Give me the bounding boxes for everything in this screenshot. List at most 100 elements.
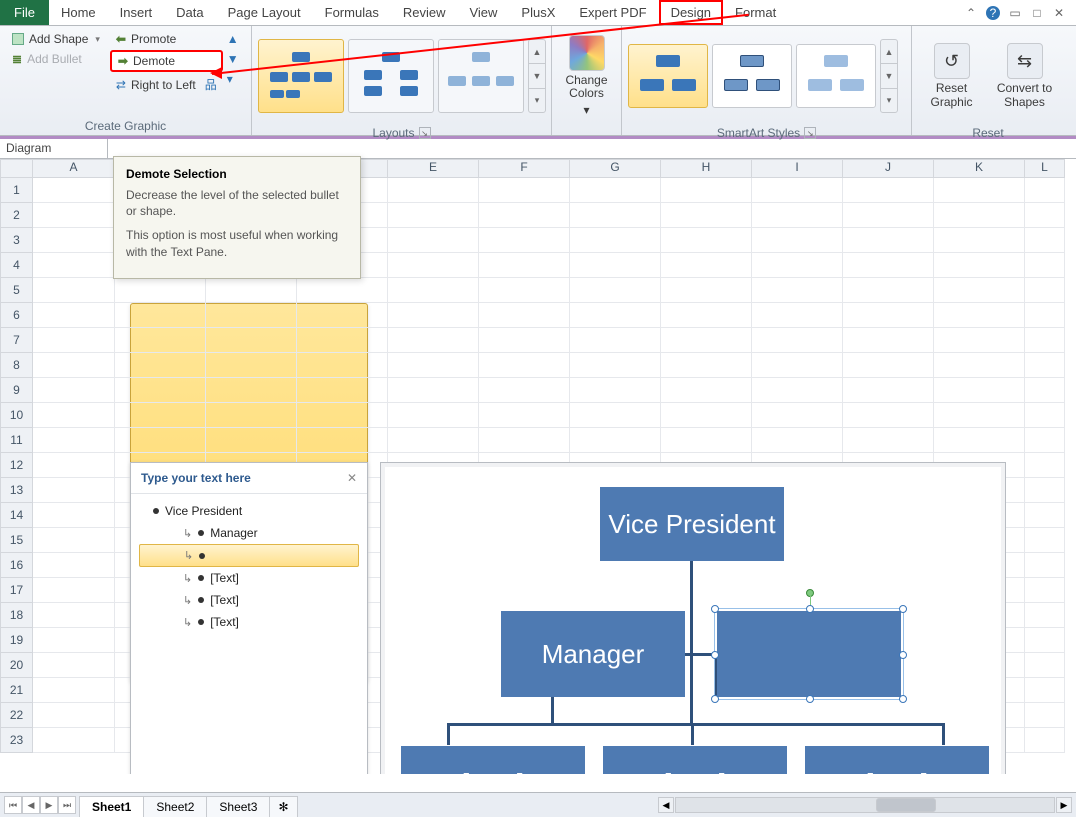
cell[interactable] <box>843 403 934 428</box>
cell[interactable] <box>934 178 1025 203</box>
select-all-corner[interactable] <box>0 159 33 178</box>
cell[interactable] <box>33 503 115 528</box>
sa-node-root[interactable]: Vice President <box>600 487 784 561</box>
cell[interactable] <box>206 353 297 378</box>
row-4[interactable]: 4 <box>0 253 33 278</box>
cell[interactable] <box>843 303 934 328</box>
layout-thumb-3[interactable] <box>438 39 524 113</box>
row-5[interactable]: 5 <box>0 278 33 303</box>
cell[interactable] <box>297 328 388 353</box>
tab-plusx[interactable]: PlusX <box>509 0 567 25</box>
cell[interactable] <box>479 428 570 453</box>
row-14[interactable]: 14 <box>0 503 33 528</box>
cell[interactable] <box>661 378 752 403</box>
col-H[interactable]: H <box>661 159 752 178</box>
cell[interactable] <box>843 203 934 228</box>
cell[interactable] <box>934 378 1025 403</box>
scroll-up-icon[interactable]: ▲ <box>529 40 545 64</box>
tab-format[interactable]: Format <box>723 0 788 25</box>
cell[interactable] <box>1025 253 1065 278</box>
tab-review[interactable]: Review <box>391 0 458 25</box>
cell[interactable] <box>33 403 115 428</box>
tab-view[interactable]: View <box>457 0 509 25</box>
text-pane-item[interactable]: ↳Manager <box>139 522 359 544</box>
cell[interactable] <box>33 478 115 503</box>
cell[interactable] <box>115 353 206 378</box>
cell[interactable] <box>1025 228 1065 253</box>
cell[interactable] <box>661 278 752 303</box>
cell[interactable] <box>752 228 843 253</box>
cell[interactable] <box>206 403 297 428</box>
dialog-launcher-icon[interactable]: ↘ <box>419 127 431 139</box>
prev-sheet-button[interactable]: ◀ <box>22 796 40 814</box>
cell[interactable] <box>33 553 115 578</box>
cell[interactable] <box>1025 203 1065 228</box>
tab-page-layout[interactable]: Page Layout <box>216 0 313 25</box>
name-box[interactable]: Diagram <box>0 139 108 158</box>
restore-icon[interactable]: □ <box>1030 6 1044 20</box>
style-thumb-2[interactable] <box>712 44 792 108</box>
cell[interactable] <box>843 353 934 378</box>
cell[interactable] <box>297 428 388 453</box>
tab-data[interactable]: Data <box>164 0 215 25</box>
change-colors-button[interactable]: Change Colors ▾ <box>558 30 615 122</box>
scroll-down-icon[interactable]: ▼ <box>881 64 897 88</box>
cell[interactable] <box>1025 528 1065 553</box>
cell[interactable] <box>388 228 479 253</box>
smartart-text-pane[interactable]: Type your text here ✕ Vice President↳Man… <box>130 462 368 774</box>
cell[interactable] <box>206 328 297 353</box>
cell[interactable] <box>570 428 661 453</box>
text-pane-item[interactable]: ↳[Text] <box>139 567 359 589</box>
cell[interactable] <box>33 653 115 678</box>
cell[interactable] <box>388 378 479 403</box>
cell[interactable] <box>388 328 479 353</box>
cell[interactable] <box>115 278 206 303</box>
sa-node-leaf-1[interactable]: [Text] <box>401 746 585 774</box>
close-icon[interactable]: ✕ <box>347 471 357 485</box>
right-to-left-button[interactable]: ⇄Right to Left品 <box>110 74 223 95</box>
row-17[interactable]: 17 <box>0 578 33 603</box>
close-icon[interactable]: ✕ <box>1052 6 1066 20</box>
cell[interactable] <box>33 628 115 653</box>
cell[interactable] <box>297 278 388 303</box>
move-up-icon[interactable]: ▲ <box>227 32 239 46</box>
text-pane-item[interactable]: ↳ <box>139 544 359 567</box>
cell[interactable] <box>33 703 115 728</box>
convert-to-shapes-button[interactable]: ⇆ Convert to Shapes <box>991 30 1058 122</box>
scroll-right-icon[interactable]: ▶ <box>1056 797 1072 813</box>
cell[interactable] <box>752 253 843 278</box>
promote-button[interactable]: ⬅Promote <box>110 30 223 48</box>
cell[interactable] <box>1025 303 1065 328</box>
cell[interactable] <box>661 228 752 253</box>
cell[interactable] <box>1025 703 1065 728</box>
add-shape-button[interactable]: Add Shape▾ <box>6 30 106 48</box>
row-12[interactable]: 12 <box>0 453 33 478</box>
cell[interactable] <box>479 378 570 403</box>
row-7[interactable]: 7 <box>0 328 33 353</box>
cell[interactable] <box>1025 478 1065 503</box>
cell[interactable] <box>661 328 752 353</box>
chevron-up-icon[interactable]: ⌃ <box>964 6 978 20</box>
cell[interactable] <box>1025 503 1065 528</box>
layout-icon[interactable]: ▾ <box>227 72 239 86</box>
cell[interactable] <box>206 278 297 303</box>
expand-gallery-icon[interactable]: ▾ <box>529 89 545 112</box>
cell[interactable] <box>479 403 570 428</box>
cell[interactable] <box>479 353 570 378</box>
cell[interactable] <box>843 253 934 278</box>
cell[interactable] <box>570 328 661 353</box>
cell[interactable] <box>479 303 570 328</box>
sheet-tab-3[interactable]: Sheet3 <box>206 796 270 817</box>
expand-gallery-icon[interactable]: ▾ <box>881 89 897 112</box>
row-21[interactable]: 21 <box>0 678 33 703</box>
cell[interactable] <box>297 303 388 328</box>
cell[interactable] <box>297 353 388 378</box>
row-13[interactable]: 13 <box>0 478 33 503</box>
sheet-tab-2[interactable]: Sheet2 <box>143 796 207 817</box>
cell[interactable] <box>570 228 661 253</box>
cell[interactable] <box>1025 278 1065 303</box>
cell[interactable] <box>661 403 752 428</box>
cell[interactable] <box>1025 178 1065 203</box>
sa-node-leaf-3[interactable]: [Text] <box>805 746 989 774</box>
cell[interactable] <box>570 203 661 228</box>
